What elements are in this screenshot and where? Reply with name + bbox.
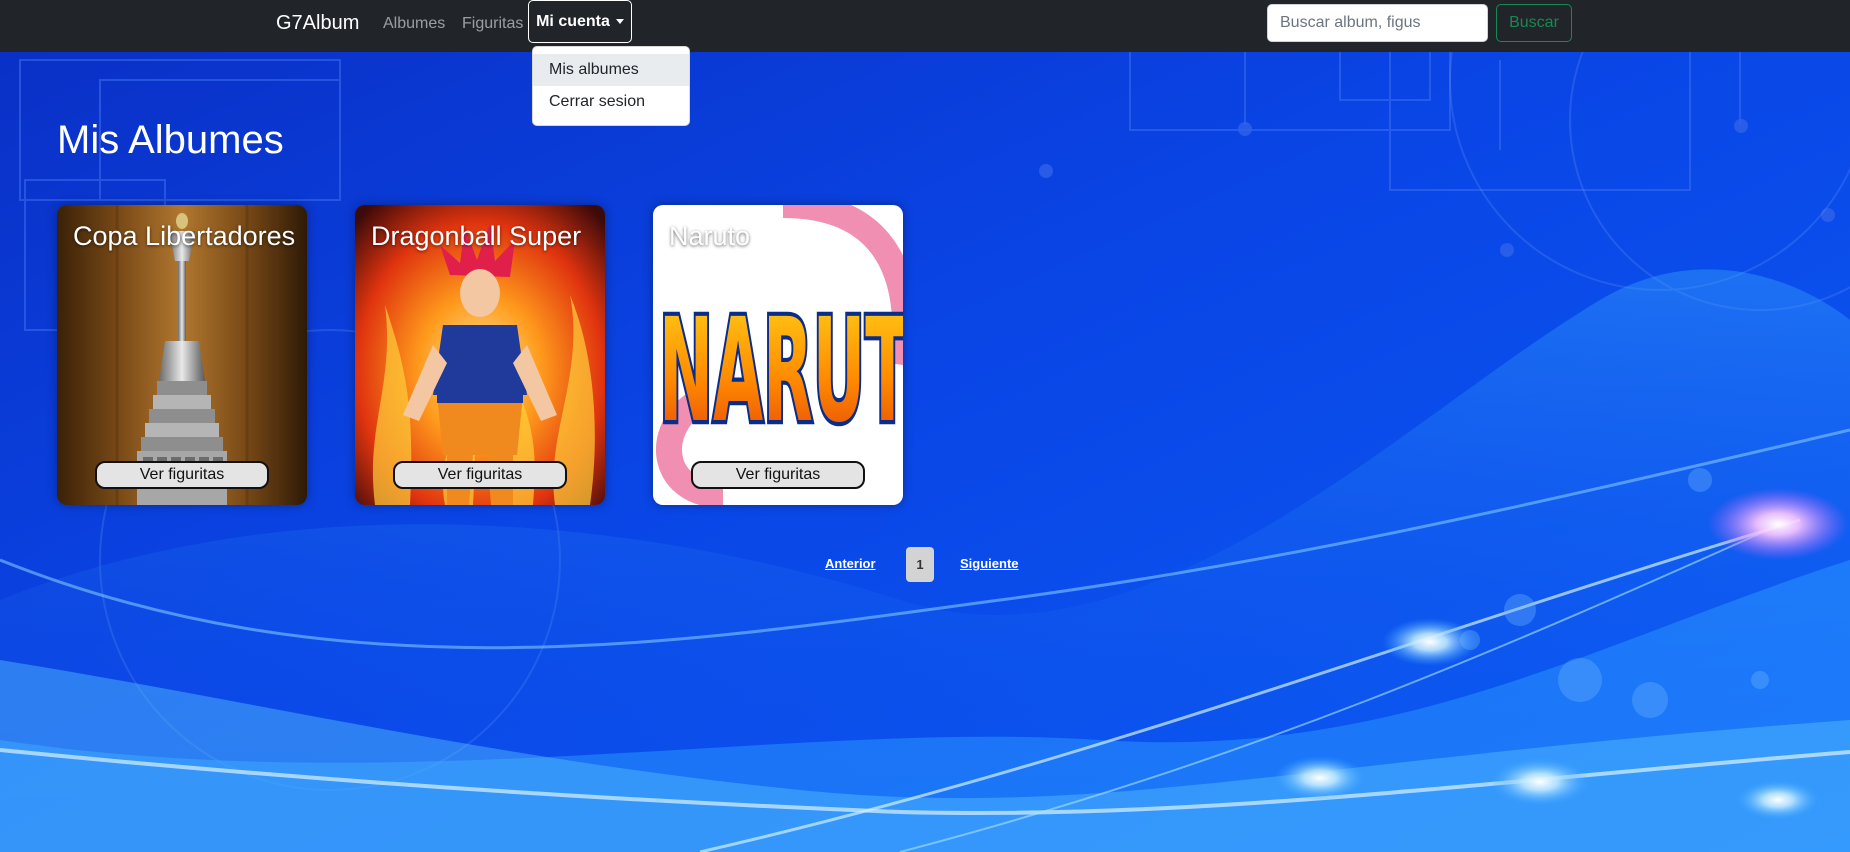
pagination-current-page[interactable]: 1 [906, 547, 934, 582]
ver-figuritas-button[interactable]: Ver figuritas [393, 461, 567, 489]
dropdown-item-mis-albumes[interactable]: Mis albumes [533, 54, 689, 86]
navbar: G7Album Albumes Figuritas Mi cuenta Busc… [0, 0, 1850, 52]
ver-figuritas-button[interactable]: Ver figuritas [95, 461, 269, 489]
account-dropdown-toggle[interactable]: Mi cuenta [528, 0, 632, 43]
album-card: Copa Libertadores Ver figuritas [57, 205, 307, 505]
pagination-next-link[interactable]: Siguiente [960, 556, 1019, 571]
search-button[interactable]: Buscar [1496, 4, 1572, 42]
dropdown-item-cerrar-sesion[interactable]: Cerrar sesion [533, 86, 689, 118]
nav-link-figuritas[interactable]: Figuritas [462, 14, 523, 34]
caret-down-icon [615, 19, 624, 24]
nav-link-albumes[interactable]: Albumes [383, 14, 445, 34]
naruto-logo-text: NARUTO [659, 289, 903, 455]
album-card: Dragonball Super Ver figuritas [355, 205, 605, 505]
album-title: Copa Libertadores [73, 221, 296, 251]
album-title: Dragonball Super [371, 221, 582, 251]
account-dropdown-menu: Mis albumes Cerrar sesion [532, 46, 690, 126]
pagination-prev-link[interactable]: Anterior [825, 556, 876, 571]
search-input[interactable] [1267, 4, 1488, 42]
page-title: Mis Albumes [57, 118, 284, 162]
album-title: Naruto [669, 221, 751, 251]
ver-figuritas-button[interactable]: Ver figuritas [691, 461, 865, 489]
brand-link[interactable]: G7Album [276, 11, 359, 35]
album-card: NARUTO Naruto Ver figuritas [653, 205, 903, 505]
account-dropdown-label: Mi cuenta [536, 12, 610, 30]
